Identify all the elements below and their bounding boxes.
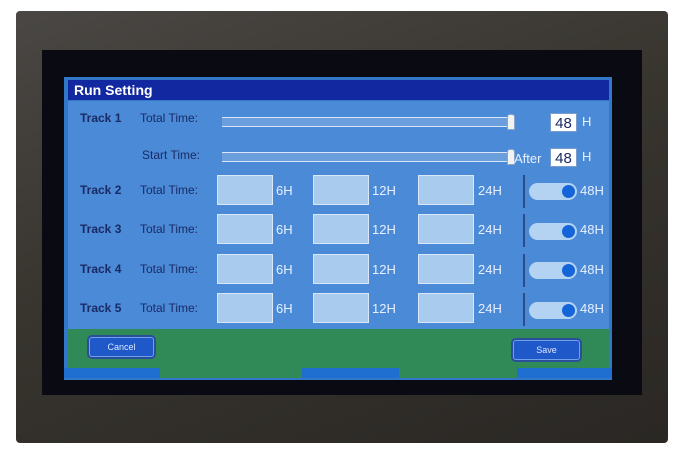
- track2-option-6h-button[interactable]: [217, 175, 273, 205]
- track4-toggle-frame: [523, 254, 525, 287]
- track1-label: Track 1: [80, 111, 122, 125]
- track2-option-48h-label: 48H: [580, 183, 604, 198]
- track1-total-time-unit: H: [582, 114, 592, 129]
- track5-toggle-knob: [562, 304, 575, 317]
- bottom-strip-5: [517, 368, 612, 378]
- track1-total-time-slider[interactable]: [222, 117, 512, 127]
- track4-option-12h-button[interactable]: [313, 254, 369, 284]
- track5-option-6h-button[interactable]: [217, 293, 273, 323]
- bottom-strip-1: [64, 368, 160, 378]
- track1-start-time-label: Start Time:: [142, 148, 201, 162]
- track1-total-time-value[interactable]: 48: [550, 113, 577, 132]
- track3-option-6h-label: 6H: [276, 222, 293, 237]
- track2-option-12h-button[interactable]: [313, 175, 369, 205]
- track4-option-6h-button[interactable]: [217, 254, 273, 284]
- track5-toggle-frame: [523, 293, 525, 326]
- track4-option-48h-label: 48H: [580, 262, 604, 277]
- track3-total-time-label: Total Time:: [140, 222, 199, 236]
- track2-option-24h-label: 24H: [478, 183, 502, 198]
- track5-option-12h-button[interactable]: [313, 293, 369, 323]
- save-button[interactable]: Save: [513, 340, 580, 360]
- track4-option-24h-button[interactable]: [418, 254, 474, 284]
- bottom-strip-3: [302, 368, 399, 378]
- track4-label: Track 4: [80, 262, 122, 276]
- track3-48h-toggle[interactable]: [529, 223, 577, 240]
- track2-label: Track 2: [80, 183, 122, 197]
- bottom-strip-4: [399, 368, 517, 378]
- track1-total-time-label: Total Time:: [140, 111, 199, 125]
- track2-48h-toggle[interactable]: [529, 183, 577, 200]
- window-title: Run Setting: [68, 80, 609, 100]
- track3-option-24h-label: 24H: [478, 222, 502, 237]
- track5-option-24h-label: 24H: [478, 301, 502, 316]
- track3-option-12h-label: 12H: [372, 222, 396, 237]
- track3-option-6h-button[interactable]: [217, 214, 273, 244]
- track2-option-12h-label: 12H: [372, 183, 396, 198]
- track3-option-48h-label: 48H: [580, 222, 604, 237]
- track3-option-24h-button[interactable]: [418, 214, 474, 244]
- track3-option-12h-button[interactable]: [313, 214, 369, 244]
- track1-total-time-slider-handle[interactable]: [508, 115, 514, 129]
- track5-48h-toggle[interactable]: [529, 302, 577, 319]
- track2-option-24h-button[interactable]: [418, 175, 474, 205]
- track1-start-time-value[interactable]: 48: [550, 148, 577, 167]
- track4-toggle-knob: [562, 264, 575, 277]
- track3-toggle-frame: [523, 214, 525, 247]
- track5-option-12h-label: 12H: [372, 301, 396, 316]
- bottom-strip-2: [160, 368, 302, 378]
- track2-toggle-knob: [562, 185, 575, 198]
- track5-option-6h-label: 6H: [276, 301, 293, 316]
- track4-option-24h-label: 24H: [478, 262, 502, 277]
- track4-option-6h-label: 6H: [276, 262, 293, 277]
- track2-toggle-frame: [523, 175, 525, 208]
- track5-total-time-label: Total Time:: [140, 301, 199, 315]
- track2-total-time-label: Total Time:: [140, 183, 199, 197]
- track2-option-6h-label: 6H: [276, 183, 293, 198]
- track3-label: Track 3: [80, 222, 122, 236]
- track5-option-24h-button[interactable]: [418, 293, 474, 323]
- cancel-button[interactable]: Cancel: [89, 337, 154, 357]
- track5-label: Track 5: [80, 301, 122, 315]
- track3-toggle-knob: [562, 225, 575, 238]
- track4-48h-toggle[interactable]: [529, 262, 577, 279]
- track1-start-time-unit: H: [582, 149, 592, 164]
- track4-total-time-label: Total Time:: [140, 262, 199, 276]
- track5-option-48h-label: 48H: [580, 301, 604, 316]
- track4-option-12h-label: 12H: [372, 262, 396, 277]
- track1-start-after-label: After: [514, 151, 542, 166]
- track1-start-time-slider[interactable]: [222, 152, 512, 162]
